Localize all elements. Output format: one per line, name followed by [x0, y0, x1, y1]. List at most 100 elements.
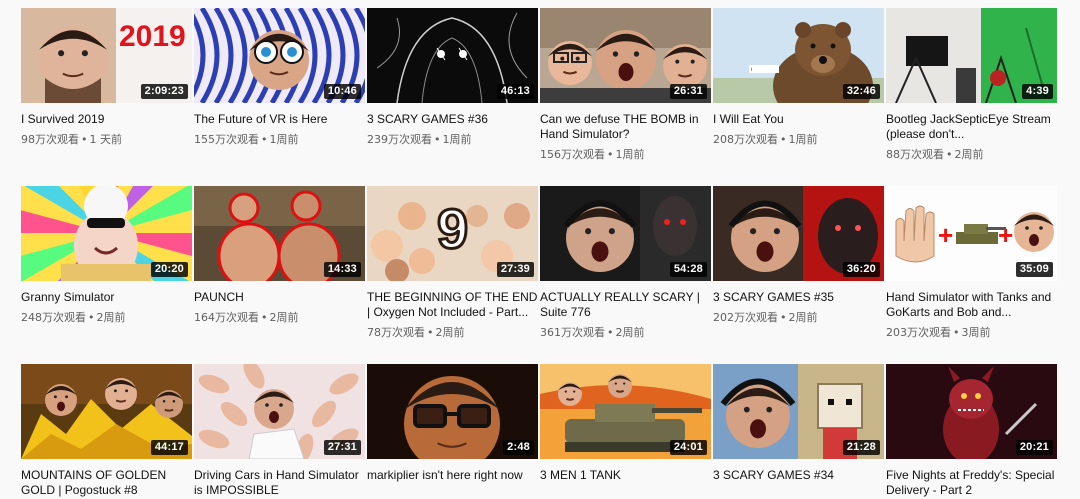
video-duration-badge: 10:46	[323, 84, 361, 99]
video-duration-badge: 20:20	[150, 262, 188, 277]
video-title[interactable]: I Will Eat You	[713, 112, 884, 127]
video-meta: 164万次观看 • 2周前	[194, 311, 365, 325]
view-count: 361万次观看	[540, 326, 605, 339]
video-card[interactable]: 20:20 Granny Simulator 248万次观看 • 2周前	[21, 186, 192, 325]
meta-separator: •	[81, 133, 88, 146]
video-thumbnail[interactable]: 21:28	[713, 364, 884, 459]
video-card[interactable]: 44:17 MOUNTAINS OF GOLDEN GOLD | Pogostuc…	[21, 364, 192, 498]
upload-age: 1周前	[442, 133, 472, 146]
view-count: 98万次观看	[21, 133, 79, 146]
view-count: 203万次观看	[886, 326, 951, 339]
video-title[interactable]: markiplier isn't here right now	[367, 468, 538, 483]
video-thumbnail[interactable]: 24:01	[540, 364, 711, 459]
video-duration-badge: 2:09:23	[140, 84, 188, 99]
view-count: 164万次观看	[194, 311, 259, 324]
video-title[interactable]: 3 SCARY GAMES #36	[367, 112, 538, 127]
video-thumbnail[interactable]: 46:13	[367, 8, 538, 103]
video-meta: 248万次观看 • 2周前	[21, 311, 192, 325]
video-card[interactable]: 2019 2:09:23 I Survived 2019 98万次观看 • 1 天前	[21, 8, 192, 147]
upload-age: 2周前	[954, 148, 984, 161]
video-card[interactable]: 4:39 Bootleg JackSepticEye Stream (please…	[886, 8, 1057, 162]
video-thumbnail[interactable]: i 32:46	[713, 8, 884, 103]
meta-separator: •	[946, 148, 953, 161]
video-title[interactable]: Can we defuse THE BOMB in Hand Simulator…	[540, 112, 711, 142]
meta-separator: •	[261, 133, 268, 146]
video-grid: 2019 2:09:23 I Survived 2019 98万次观看 • 1 天前 10…	[0, 0, 1080, 499]
svg-text:+: +	[938, 220, 953, 250]
video-title[interactable]: 3 MEN 1 TANK	[540, 468, 711, 483]
svg-text:9: 9	[437, 197, 468, 260]
video-thumbnail[interactable]: 10:46	[194, 8, 365, 103]
video-title[interactable]: Driving Cars in Hand Simulator is IMPOSS…	[194, 468, 365, 498]
video-title[interactable]: MOUNTAINS OF GOLDEN GOLD | Pogostuck #8	[21, 468, 192, 498]
video-card[interactable]: 14:33 PAUNCH 164万次观看 • 2周前	[194, 186, 365, 325]
view-count: 248万次观看	[21, 311, 86, 324]
video-thumbnail[interactable]: 44:17	[21, 364, 192, 459]
video-card[interactable]: 10:46 The Future of VR is Here 155万次观看 • 1周前	[194, 8, 365, 147]
upload-age: 2周前	[435, 326, 465, 339]
video-meta: 239万次观看 • 1周前	[367, 133, 538, 147]
video-title[interactable]: The Future of VR is Here	[194, 112, 365, 127]
svg-text:i: i	[751, 67, 752, 73]
video-thumbnail[interactable]: + + 35:09	[886, 186, 1057, 281]
video-card[interactable]: + + 35:09 Hand Simulator with Tanks and G…	[886, 186, 1057, 340]
upload-age: 1 天前	[89, 133, 123, 146]
meta-separator: •	[780, 133, 787, 146]
video-thumbnail[interactable]: 54:28	[540, 186, 711, 281]
video-card[interactable]: 9 27:39 THE BEGINNING OF THE END | Oxygen …	[367, 186, 538, 340]
meta-separator: •	[607, 326, 614, 339]
video-card[interactable]: 54:28 ACTUALLY REALLY SCARY | Suite 776 36…	[540, 186, 711, 340]
video-thumbnail[interactable]: 14:33	[194, 186, 365, 281]
video-meta: 203万次观看 • 3周前	[886, 326, 1057, 340]
video-thumbnail[interactable]: 36:20	[713, 186, 884, 281]
view-count: 202万次观看	[713, 311, 778, 324]
video-duration-badge: 20:21	[1015, 440, 1053, 455]
video-meta: 202万次观看 • 2周前	[713, 311, 884, 325]
meta-separator: •	[88, 311, 95, 324]
video-card[interactable]: 20:21 Five Nights at Freddy's: Special De…	[886, 364, 1057, 498]
video-card[interactable]: 27:31 Driving Cars in Hand Simulator is I…	[194, 364, 365, 498]
video-card[interactable]: 24:01 3 MEN 1 TANK	[540, 364, 711, 483]
video-thumbnail[interactable]: 26:31	[540, 8, 711, 103]
video-duration-badge: 36:20	[842, 262, 880, 277]
video-title[interactable]: Five Nights at Freddy's: Special Deliver…	[886, 468, 1057, 498]
svg-text:+: +	[998, 220, 1013, 250]
video-title[interactable]: PAUNCH	[194, 290, 365, 305]
video-thumbnail[interactable]: 4:39	[886, 8, 1057, 103]
video-thumbnail[interactable]: 27:31	[194, 364, 365, 459]
video-meta: 78万次观看 • 2周前	[367, 326, 538, 340]
meta-separator: •	[780, 311, 787, 324]
view-count: 156万次观看	[540, 148, 605, 161]
video-thumbnail[interactable]: 2:48	[367, 364, 538, 459]
video-duration-badge: 54:28	[669, 262, 707, 277]
video-duration-badge: 27:39	[496, 262, 534, 277]
video-duration-badge: 44:17	[150, 440, 188, 455]
video-thumbnail[interactable]: 20:20	[21, 186, 192, 281]
video-duration-badge: 21:28	[842, 440, 880, 455]
video-title[interactable]: Hand Simulator with Tanks and GoKarts an…	[886, 290, 1057, 320]
video-card[interactable]: 36:20 3 SCARY GAMES #35 202万次观看 • 2周前	[713, 186, 884, 325]
video-meta: 208万次观看 • 1周前	[713, 133, 884, 147]
video-card[interactable]: 2:48 markiplier isn't here right now	[367, 364, 538, 483]
video-title[interactable]: Bootleg JackSepticEye Stream (please don…	[886, 112, 1057, 142]
video-thumbnail[interactable]: 2019 2:09:23	[21, 8, 192, 103]
upload-age: 2周前	[96, 311, 126, 324]
video-card[interactable]: 26:31 Can we defuse THE BOMB in Hand Simu…	[540, 8, 711, 162]
video-title[interactable]: 3 SCARY GAMES #34	[713, 468, 884, 483]
video-thumbnail[interactable]: 20:21	[886, 364, 1057, 459]
meta-separator: •	[261, 311, 268, 324]
video-title[interactable]: Granny Simulator	[21, 290, 192, 305]
video-title[interactable]: ACTUALLY REALLY SCARY | Suite 776	[540, 290, 711, 320]
video-meta: 361万次观看 • 2周前	[540, 326, 711, 340]
meta-separator: •	[607, 148, 614, 161]
video-title[interactable]: 3 SCARY GAMES #35	[713, 290, 884, 305]
video-card[interactable]: i 32:46 I Will Eat You 208万次观看 • 1周前	[713, 8, 884, 147]
video-title[interactable]: THE BEGINNING OF THE END | Oxygen Not In…	[367, 290, 538, 320]
video-card[interactable]: 21:28 3 SCARY GAMES #34	[713, 364, 884, 483]
video-card[interactable]: 46:13 3 SCARY GAMES #36 239万次观看 • 1周前	[367, 8, 538, 147]
video-thumbnail[interactable]: 9 27:39	[367, 186, 538, 281]
view-count: 155万次观看	[194, 133, 259, 146]
video-duration-badge: 14:33	[323, 262, 361, 277]
video-title[interactable]: I Survived 2019	[21, 112, 192, 127]
video-duration-badge: 32:46	[842, 84, 880, 99]
